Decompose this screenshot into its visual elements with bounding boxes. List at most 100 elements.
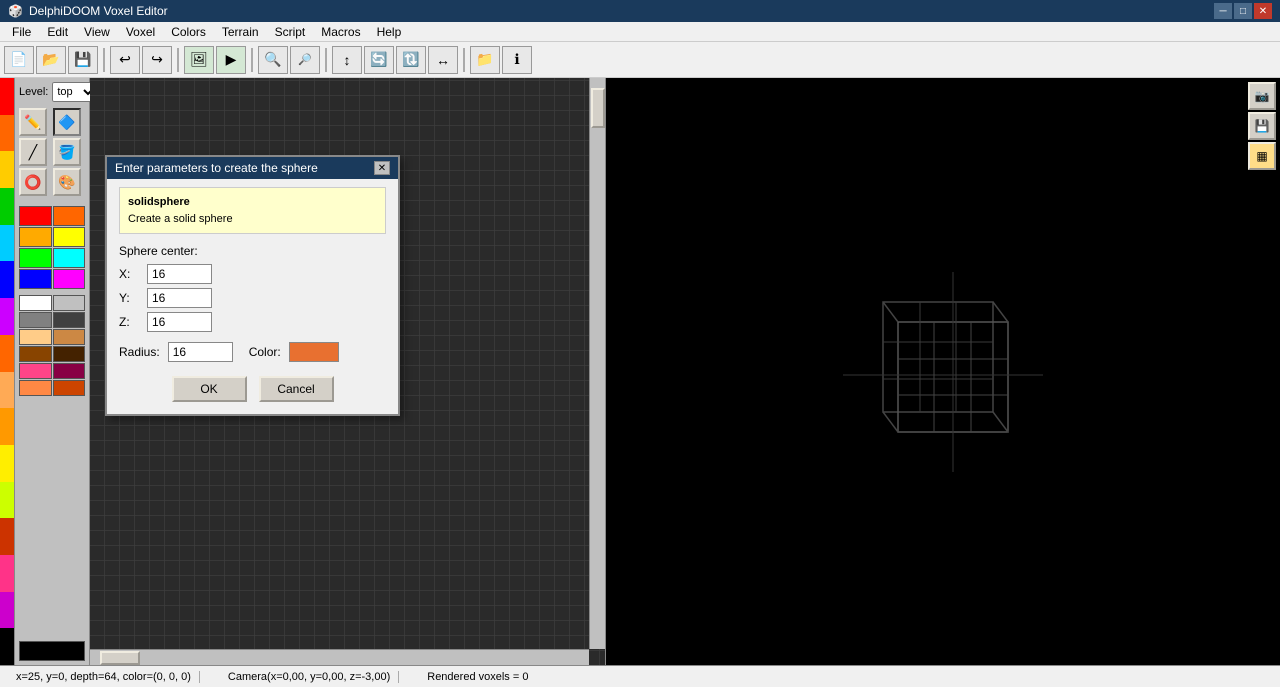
rotate2-button[interactable]: 🔃 [396, 46, 426, 74]
palette-color-yellow2[interactable] [0, 445, 14, 482]
swatch-hotpink[interactable] [19, 363, 52, 379]
swatch-black[interactable] [19, 641, 85, 661]
palette-color-black[interactable] [0, 628, 14, 665]
palette-color-pink[interactable] [0, 555, 14, 592]
menu-item-file[interactable]: File [4, 23, 39, 41]
menu-item-voxel[interactable]: Voxel [118, 23, 163, 41]
y-label: Y: [119, 291, 147, 305]
redo-button[interactable]: ↪ [142, 46, 172, 74]
vertical-scrollbar[interactable] [589, 78, 605, 649]
vertical-scroll-thumb[interactable] [591, 88, 605, 128]
palette-color-peach[interactable] [0, 372, 14, 409]
swatch-2[interactable] [19, 227, 52, 247]
pencil-tool[interactable]: ✏️ [19, 108, 47, 136]
z-input[interactable] [147, 312, 212, 332]
undo-button[interactable]: ↩ [110, 46, 140, 74]
viewport-btn-2[interactable]: 💾 [1248, 112, 1276, 140]
viewport-btn-1[interactable]: 📷 [1248, 82, 1276, 110]
open-button[interactable]: 📂 [36, 46, 66, 74]
close-button[interactable]: ✕ [1254, 3, 1272, 19]
swatch-darkpink[interactable] [53, 363, 86, 379]
zoom-in-button[interactable]: 🔍 [258, 46, 288, 74]
ok-button[interactable]: OK [172, 376, 247, 402]
palette-color-amber[interactable] [0, 408, 14, 445]
palette-color-orange[interactable] [0, 115, 14, 152]
horizontal-scrollbar[interactable] [90, 649, 589, 665]
window-title: DelphiDOOM Voxel Editor [29, 4, 1214, 18]
toolbar-separator-1 [103, 48, 105, 72]
color-label: Color: [249, 345, 281, 359]
palette-tool[interactable]: 🎨 [53, 168, 81, 196]
dialog-close-button[interactable]: ✕ [374, 161, 390, 175]
palette-color-darkred[interactable] [0, 518, 14, 555]
swatch-verydark[interactable] [53, 346, 86, 362]
palette-color-lime[interactable] [0, 482, 14, 519]
palette-color-red[interactable] [0, 78, 14, 115]
camera-status: Camera(x=0,00, y=0,00, z=-3,00) [220, 671, 399, 683]
swatch-6[interactable] [19, 269, 52, 289]
dialog-body: solidsphere Create a solid sphere Sphere… [107, 179, 398, 414]
flip-v-button[interactable]: ↕ [332, 46, 362, 74]
palette-color-orange2[interactable] [0, 335, 14, 372]
save-button[interactable]: 💾 [68, 46, 98, 74]
viewport-btn-3[interactable]: ▦ [1248, 142, 1276, 170]
position-status: x=25, y=0, depth=64, color=(0, 0, 0) [8, 671, 200, 683]
toolbar-separator-2 [177, 48, 179, 72]
fill-tool[interactable]: 🪣 [53, 138, 81, 166]
flip-h-button[interactable]: ↔ [428, 46, 458, 74]
rendered-status: Rendered voxels = 0 [419, 671, 536, 683]
info-button[interactable]: ℹ [502, 46, 532, 74]
swatch-gray[interactable] [19, 312, 52, 328]
swatch-3[interactable] [53, 227, 86, 247]
tools-grid: ✏️ 🔷 ╱ 🪣 ⭕ 🎨 [19, 108, 85, 196]
create-sphere-dialog: Enter parameters to create the sphere ✕ … [105, 155, 400, 416]
menu-item-macros[interactable]: Macros [313, 23, 368, 41]
swatch-1[interactable] [53, 206, 86, 226]
zoom-out-button[interactable]: 🔎 [290, 46, 320, 74]
palette-color-cyan[interactable] [0, 225, 14, 262]
color-picker-button[interactable] [289, 342, 339, 362]
swatch-peach[interactable] [19, 329, 52, 345]
line-tool[interactable]: ╱ [19, 138, 47, 166]
swatch-white[interactable] [19, 295, 52, 311]
swatch-5[interactable] [53, 248, 86, 268]
new-button[interactable]: 📄 [4, 46, 34, 74]
rotate-button[interactable]: 🔄 [364, 46, 394, 74]
toolbar: 📄 📂 💾 ↩ ↪ 🖼 ▶ 🔍 🔎 ↕ 🔄 🔃 ↔ 📁 ℹ [0, 42, 1280, 78]
render-button[interactable]: 🖼 [184, 46, 214, 74]
sphere-tool[interactable]: ⭕ [19, 168, 47, 196]
menu-item-help[interactable]: Help [369, 23, 410, 41]
menu-item-script[interactable]: Script [267, 23, 314, 41]
minimize-button[interactable]: ─ [1214, 3, 1232, 19]
swatch-darkbrown[interactable] [19, 346, 52, 362]
swatch-0[interactable] [19, 206, 52, 226]
swatch-silver[interactable] [53, 295, 86, 311]
y-input[interactable] [147, 288, 212, 308]
export-button[interactable]: 📁 [470, 46, 500, 74]
palette-color-magenta[interactable] [0, 592, 14, 629]
swatch-salmon[interactable] [19, 380, 52, 396]
eraser-tool[interactable]: 🔷 [53, 108, 81, 136]
menu-item-colors[interactable]: Colors [163, 23, 214, 41]
x-label: X: [119, 267, 147, 281]
cancel-button[interactable]: Cancel [259, 376, 334, 402]
swatch-rust[interactable] [53, 380, 86, 396]
menu-item-terrain[interactable]: Terrain [214, 23, 267, 41]
swatch-darkgray[interactable] [53, 312, 86, 328]
menu-item-edit[interactable]: Edit [39, 23, 76, 41]
3d-viewport[interactable]: 📷 💾 ▦ [606, 78, 1280, 665]
horizontal-scroll-thumb[interactable] [100, 651, 140, 665]
x-input[interactable] [147, 264, 212, 284]
play-button[interactable]: ▶ [216, 46, 246, 74]
swatch-brown[interactable] [53, 329, 86, 345]
radius-input[interactable] [168, 342, 233, 362]
maximize-button[interactable]: □ [1234, 3, 1252, 19]
swatch-4[interactable] [19, 248, 52, 268]
palette-color-yellow[interactable] [0, 151, 14, 188]
palette-color-blue[interactable] [0, 261, 14, 298]
palette-color-green[interactable] [0, 188, 14, 225]
swatch-7[interactable] [53, 269, 86, 289]
menu-item-view[interactable]: View [76, 23, 118, 41]
toolbar-separator-5 [463, 48, 465, 72]
palette-color-purple[interactable] [0, 298, 14, 335]
